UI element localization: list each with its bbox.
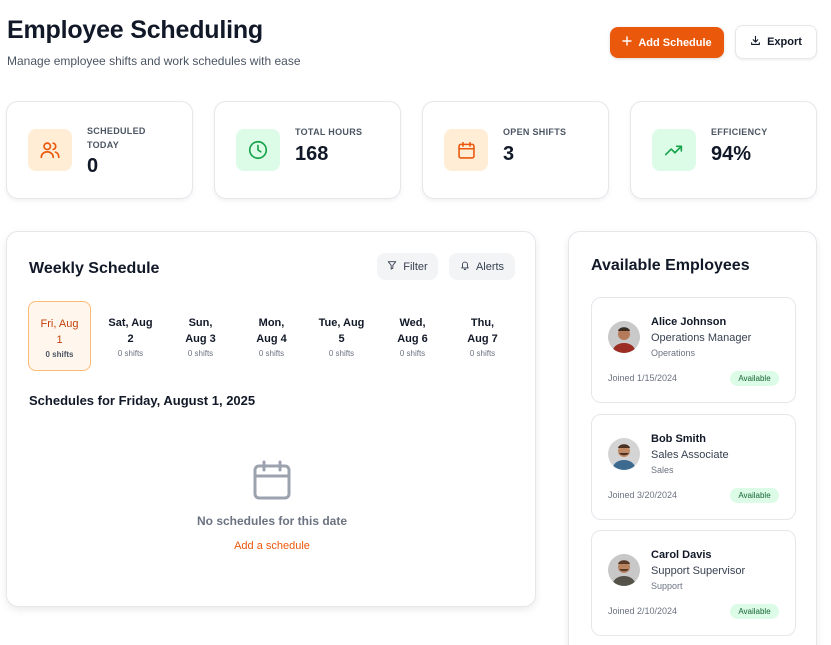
day-label: Fri, Aug 1	[40, 318, 79, 346]
day-shifts: 0 shifts	[469, 349, 496, 358]
employee-name: Alice Johnson	[651, 316, 727, 328]
calendar-icon	[444, 129, 488, 171]
page-subtitle: Manage employee shifts and work schedule…	[7, 54, 301, 68]
day-sun-aug-3[interactable]: Sun, Aug 3 0 shifts	[169, 301, 232, 371]
clock-icon	[236, 129, 280, 171]
employee-card[interactable]: Bob Smith Sales Associate Sales Joined 3…	[591, 414, 796, 520]
employee-name: Bob Smith	[651, 433, 706, 445]
day-label: Wed, Aug 6	[397, 317, 428, 345]
stat-value: 3	[503, 143, 515, 165]
filter-label: Filter	[403, 260, 428, 273]
empty-calendar-icon	[252, 459, 292, 501]
day-label: Sat, Aug 2	[108, 317, 153, 345]
weekly-schedule-title: Weekly Schedule	[29, 260, 160, 277]
avatar	[608, 438, 640, 470]
employee-card[interactable]: Alice Johnson Operations Manager Operati…	[591, 297, 796, 403]
day-fri-aug-1[interactable]: Fri, Aug 1 0 shifts	[28, 301, 91, 371]
day-sat-aug-2[interactable]: Sat, Aug 2 0 shifts	[99, 301, 162, 371]
filter-icon	[387, 260, 397, 273]
employee-department: Operations	[651, 348, 696, 358]
day-label: Thu, Aug 7	[467, 317, 498, 345]
alerts-button[interactable]: Alerts	[449, 253, 515, 280]
weekly-schedule-panel: Weekly Schedule Filter Alerts Fri, Aug 1…	[6, 231, 536, 607]
stat-label: SCHEDULED TODAY	[87, 126, 146, 150]
download-icon	[750, 35, 761, 49]
day-mon-aug-4[interactable]: Mon, Aug 4 0 shifts	[240, 301, 303, 371]
bell-icon	[460, 260, 470, 273]
employee-role: Sales Associate	[651, 449, 729, 461]
day-shifts: 0 shifts	[187, 349, 214, 358]
day-shifts: 0 shifts	[258, 349, 285, 358]
employee-name: Carol Davis	[651, 549, 712, 561]
day-shifts: 0 shifts	[117, 349, 144, 358]
schedules-date-heading: Schedules for Friday, August 1, 2025	[29, 393, 256, 408]
day-shifts: 0 shifts	[399, 349, 426, 358]
empty-state-text: No schedules for this date	[196, 514, 348, 528]
employee-joined-date: Joined 1/15/2024	[608, 373, 678, 383]
stat-label: EFFICIENCY	[711, 127, 768, 137]
page-title: Employee Scheduling	[7, 16, 263, 44]
stat-card-efficiency: EFFICIENCY 94%	[630, 101, 817, 199]
stat-card-total-hours: TOTAL HOURS 168	[214, 101, 401, 199]
day-shifts: 0 shifts	[328, 349, 355, 358]
stat-label: OPEN SHIFTS	[503, 127, 567, 137]
employee-department: Support	[651, 581, 683, 591]
stat-value: 94%	[711, 143, 752, 165]
avatar	[608, 321, 640, 353]
day-thu-aug-7[interactable]: Thu, Aug 7 0 shifts	[451, 301, 514, 371]
add-schedule-button[interactable]: Add Schedule	[610, 27, 724, 58]
status-badge: Available	[730, 371, 779, 386]
add-schedule-link[interactable]: Add a schedule	[7, 540, 537, 552]
stat-card-scheduled-today: SCHEDULED TODAY 0	[6, 101, 193, 199]
alerts-label: Alerts	[475, 260, 505, 273]
avatar	[608, 554, 640, 586]
employee-role: Operations Manager	[651, 332, 752, 344]
employee-joined-date: Joined 3/20/2024	[608, 490, 678, 500]
status-badge: Available	[730, 604, 779, 619]
stat-card-open-shifts: OPEN SHIFTS 3	[422, 101, 609, 199]
plus-icon	[622, 36, 633, 49]
day-tue-aug-5[interactable]: Tue, Aug 5 0 shifts	[310, 301, 373, 371]
filter-button[interactable]: Filter	[377, 253, 438, 280]
add-schedule-label: Add Schedule	[638, 36, 712, 49]
stat-value: 168	[295, 143, 329, 165]
available-employees-panel: Available Employees Alice Johnson Operat…	[568, 231, 817, 645]
day-label: Tue, Aug 5	[318, 317, 365, 345]
users-icon	[28, 129, 72, 171]
day-label: Sun, Aug 3	[185, 317, 216, 345]
day-wed-aug-6[interactable]: Wed, Aug 6 0 shifts	[381, 301, 444, 371]
employee-role: Support Supervisor	[651, 565, 746, 577]
day-label: Mon, Aug 4	[256, 317, 287, 345]
available-employees-title: Available Employees	[591, 257, 750, 274]
status-badge: Available	[730, 488, 779, 503]
page-header: Employee Scheduling Manage employee shif…	[7, 16, 301, 68]
employee-joined-date: Joined 2/10/2024	[608, 606, 678, 616]
export-label: Export	[767, 36, 802, 48]
trending-up-icon	[652, 129, 696, 171]
stat-value: 0	[87, 155, 99, 177]
employee-card[interactable]: Carol Davis Support Supervisor Support J…	[591, 530, 796, 636]
day-shifts: 0 shifts	[45, 350, 74, 359]
stat-label: TOTAL HOURS	[295, 127, 363, 137]
export-button[interactable]: Export	[735, 25, 817, 59]
employee-department: Sales	[651, 465, 674, 475]
